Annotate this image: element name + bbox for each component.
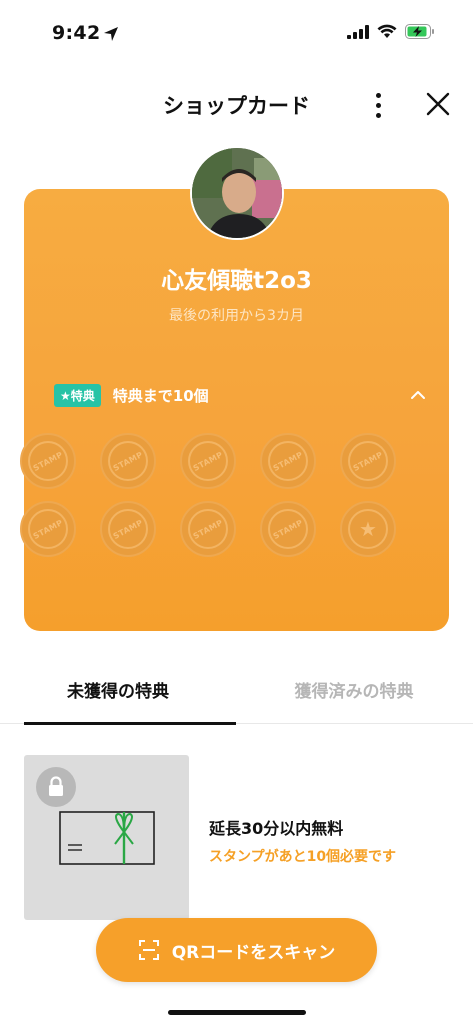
stamp-slot: STAMP — [20, 501, 76, 557]
tab-earned[interactable]: 獲得済みの特典 — [236, 654, 472, 724]
stamp-label: STAMP — [31, 517, 65, 541]
qr-scan-label: QRコードをスキャン — [171, 942, 336, 963]
stamp-inner-ring: STAMP — [108, 509, 148, 549]
stamp-label: STAMP — [111, 449, 145, 473]
more-options-button[interactable] — [366, 88, 390, 122]
stamp-inner-ring: STAMP — [188, 441, 228, 481]
lock-badge — [36, 767, 76, 807]
avatar-photo — [192, 148, 282, 238]
stamp-inner-ring: STAMP — [28, 509, 68, 549]
wifi-icon — [377, 24, 397, 38]
stamp-inner-ring: STAMP — [348, 441, 388, 481]
stamp-slot: STAMP — [180, 433, 236, 489]
stamp-slot-reward: ★ — [340, 501, 396, 557]
stamp-slot: STAMP — [260, 501, 316, 557]
stamp-slot: STAMP — [100, 501, 156, 557]
benefit-remaining-text: 特典まで10個 — [112, 386, 209, 405]
stamp-slot: STAMP — [100, 433, 156, 489]
gift-card-icon — [59, 811, 155, 865]
shop-card: 心友傾聴t2o3 最後の利用から3カ月 ★特典 特典まで10個 STAMP STA… — [20, 189, 449, 631]
stamp-inner-ring: STAMP — [268, 441, 308, 481]
more-vertical-icon — [375, 92, 381, 98]
reward-item[interactable]: 延長30分以内無料 スタンプがあと10個必要です — [24, 755, 454, 920]
lock-icon — [49, 776, 63, 796]
reward-requirement: スタンプがあと10個必要です — [209, 849, 397, 865]
stamp-label: STAMP — [191, 517, 225, 541]
stamp-label: STAMP — [271, 517, 305, 541]
more-vertical-icon-dot — [375, 102, 381, 108]
stamp-slot: STAMP — [260, 433, 316, 489]
stamp-inner-ring: STAMP — [268, 509, 308, 549]
stamp-label: STAMP — [351, 449, 385, 473]
stamp-label: STAMP — [271, 449, 305, 473]
stamp-label: STAMP — [31, 449, 65, 473]
status-icons — [347, 24, 435, 39]
stamp-slot: STAMP — [20, 433, 76, 489]
stamp-label: STAMP — [111, 517, 145, 541]
more-vertical-icon-dot — [375, 112, 381, 118]
reward-title: 延長30分以内無料 — [209, 819, 344, 838]
qr-scan-button[interactable]: QRコードをスキャン — [96, 918, 377, 982]
header: ショップカード — [0, 78, 473, 134]
close-icon[interactable] — [422, 88, 454, 120]
reward-thumbnail — [24, 755, 189, 920]
signal-icon — [347, 24, 369, 39]
shop-card-screen: 9:42 ショップカード 心友傾聴t2o3 最後の利用から3カ月 ★特典 特典ま… — [0, 0, 473, 1024]
shop-avatar — [190, 146, 284, 240]
chevron-up-icon[interactable] — [407, 385, 429, 405]
stamp-inner-ring: STAMP — [188, 509, 228, 549]
page-title: ショップカード — [163, 94, 310, 118]
stamp-inner-ring: STAMP — [108, 441, 148, 481]
location-arrow-icon — [104, 27, 118, 41]
stamp-slot: STAMP — [340, 433, 396, 489]
status-bar: 9:42 — [0, 0, 473, 62]
tab-unearned[interactable]: 未獲得の特典 — [0, 654, 236, 725]
star-icon: ★ — [359, 517, 377, 541]
stamp-slot: STAMP — [180, 501, 236, 557]
battery-charging-icon — [405, 24, 434, 39]
benefit-badge: ★特典 — [54, 383, 101, 407]
benefit-row: ★特典 特典まで10個 — [54, 382, 429, 408]
shop-name: 心友傾聴t2o3 — [161, 268, 312, 294]
qr-scan-icon — [138, 940, 159, 960]
reward-tabs: 未獲得の特典 獲得済みの特典 — [0, 654, 473, 725]
last-use-text: 最後の利用から3カ月 — [169, 308, 304, 324]
stamp-label: STAMP — [191, 449, 225, 473]
home-indicator — [168, 1010, 306, 1015]
status-time: 9:42 — [52, 22, 101, 44]
stamp-inner-ring: STAMP — [28, 441, 68, 481]
stamp-inner-ring: ★ — [348, 509, 388, 549]
